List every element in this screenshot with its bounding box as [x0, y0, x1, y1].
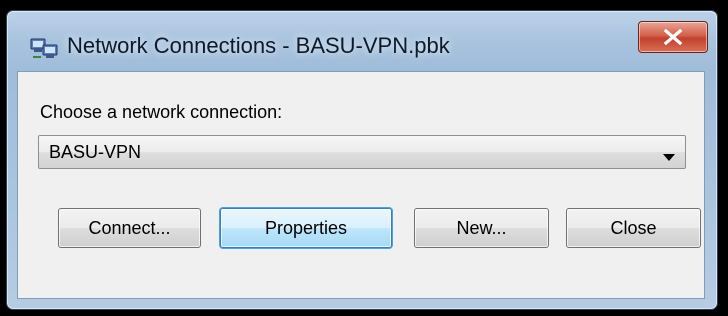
connect-button[interactable]: Connect...: [58, 208, 201, 248]
selected-connection: BASU-VPN: [49, 142, 142, 162]
connection-select[interactable]: BASU-VPN: [38, 135, 686, 169]
window-title: Network Connections - BASU-VPN.pbk: [67, 33, 450, 58]
new-button[interactable]: New...: [414, 208, 549, 248]
close-icon: [663, 28, 683, 46]
dialog-client-area: Choose a network connection: BASU-VPN Co…: [17, 71, 705, 299]
window-close-button[interactable]: [638, 21, 708, 53]
chevron-down-icon: [663, 149, 675, 167]
close-button[interactable]: Close: [566, 208, 701, 248]
title-bar[interactable]: Network Connections - BASU-VPN.pbk: [7, 11, 717, 69]
properties-button[interactable]: Properties: [220, 208, 392, 248]
network-connections-icon: [29, 35, 59, 61]
connection-prompt: Choose a network connection:: [40, 102, 283, 122]
dialog-window: Network Connections - BASU-VPN.pbk Choos…: [6, 10, 718, 310]
